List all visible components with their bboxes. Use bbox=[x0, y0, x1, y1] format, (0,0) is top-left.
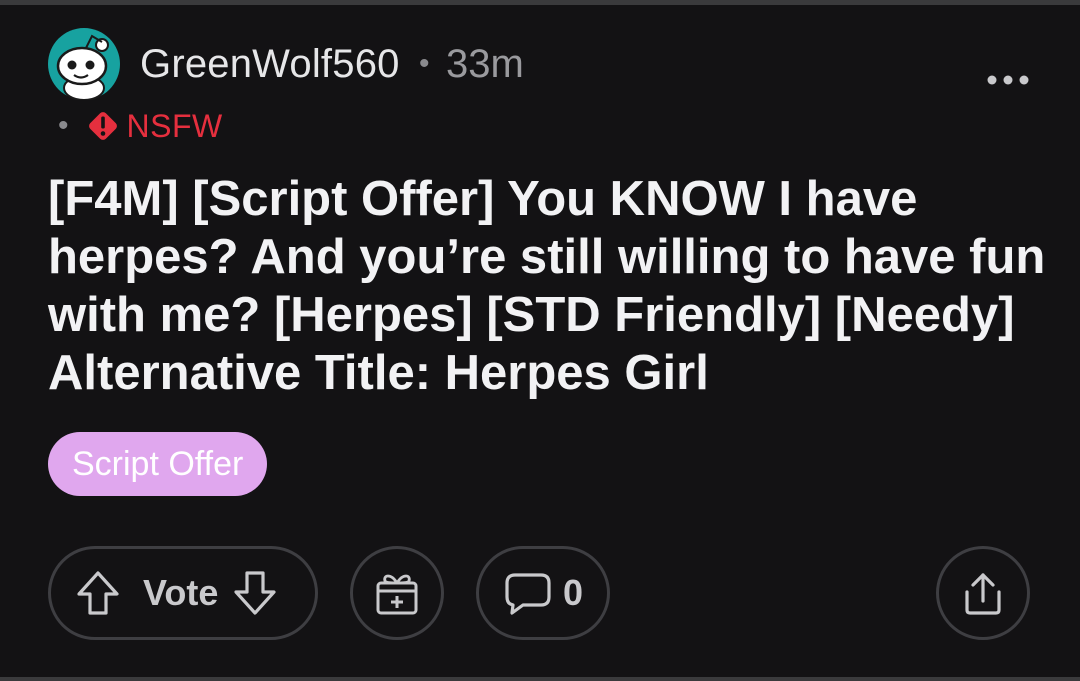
share-button[interactable] bbox=[936, 546, 1030, 640]
nsfw-warning-icon bbox=[88, 112, 117, 140]
more-options-icon bbox=[987, 75, 1029, 85]
downvote-button[interactable] bbox=[232, 570, 278, 616]
post-card: GreenWolf560 • 33m • NSFW [F4M] [Script … bbox=[0, 0, 1080, 681]
post-flair[interactable]: Script Offer bbox=[48, 432, 268, 496]
avatar[interactable] bbox=[48, 28, 120, 100]
comment-count: 0 bbox=[563, 572, 584, 613]
award-button[interactable] bbox=[350, 546, 444, 640]
upvote-arrow-icon bbox=[77, 571, 119, 615]
comments-button[interactable]: 0 bbox=[476, 546, 610, 640]
top-divider bbox=[0, 0, 1080, 5]
gift-award-icon bbox=[376, 574, 418, 615]
snoo-avatar-icon bbox=[48, 28, 120, 100]
vote-control: Vote bbox=[48, 546, 318, 640]
author-username[interactable]: GreenWolf560 bbox=[140, 40, 400, 88]
downvote-arrow-icon bbox=[234, 571, 276, 615]
comment-bubble-icon bbox=[505, 573, 551, 615]
share-icon bbox=[965, 573, 1001, 615]
bottom-divider bbox=[0, 677, 1080, 681]
post-time: 33m bbox=[446, 42, 524, 86]
nsfw-tag: • NSFW bbox=[58, 104, 223, 148]
post-title[interactable]: [F4M] [Script Offer] You KNOW I have her… bbox=[48, 170, 1048, 402]
meta-separator: • bbox=[419, 47, 430, 80]
vote-label: Vote bbox=[143, 572, 219, 613]
more-options-button[interactable] bbox=[984, 60, 1032, 100]
upvote-button[interactable] bbox=[75, 570, 121, 616]
nsfw-separator: • bbox=[58, 109, 69, 142]
nsfw-label: NSFW bbox=[126, 108, 223, 144]
